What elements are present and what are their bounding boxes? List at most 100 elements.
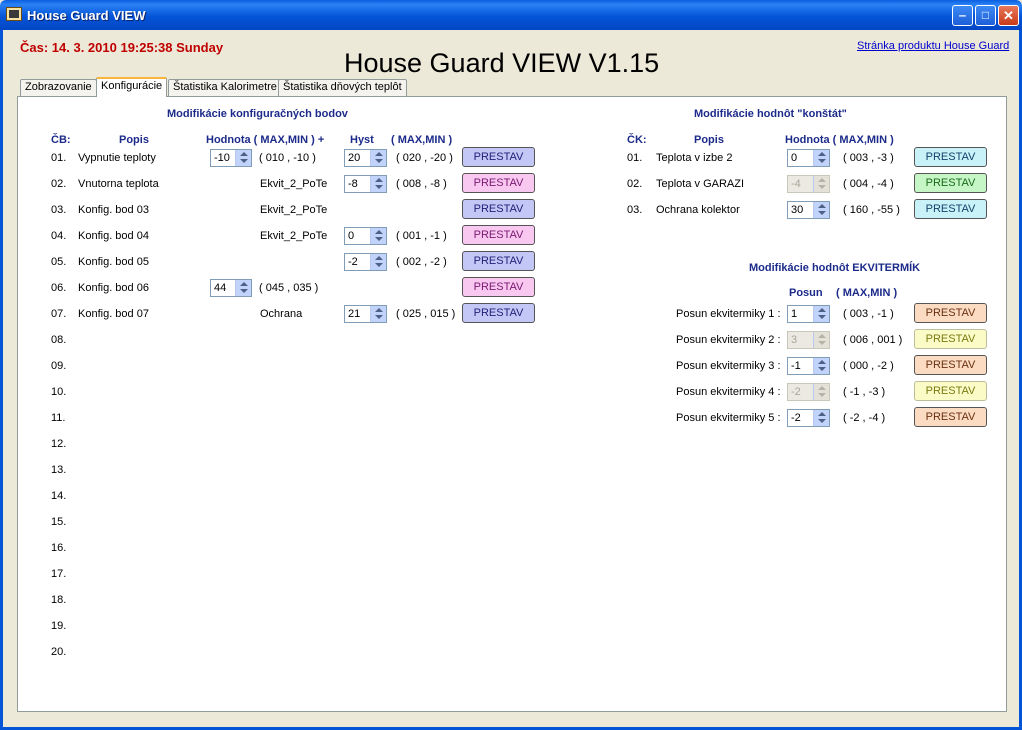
konst-description: Teplota v izbe 2 bbox=[656, 152, 733, 164]
value-range: ( 045 , 035 ) bbox=[259, 282, 319, 294]
spinner-arrows[interactable] bbox=[235, 150, 251, 166]
prestav-button[interactable]: PRESTAV bbox=[462, 303, 535, 323]
spin-up-icon bbox=[818, 178, 826, 182]
ekvi-spinner[interactable]: -1 bbox=[787, 357, 830, 375]
spinner-arrows[interactable] bbox=[813, 358, 829, 374]
spinner-arrows[interactable] bbox=[813, 202, 829, 218]
prestav-button[interactable]: PRESTAV bbox=[914, 147, 987, 167]
prestav-button[interactable]: PRESTAV bbox=[462, 199, 535, 219]
spinner-value: 0 bbox=[348, 230, 355, 242]
ekvi-label: Posun ekvitermiky 5 : bbox=[676, 412, 781, 424]
col-konst-popis: Popis bbox=[694, 134, 724, 146]
ekvi-spinner[interactable]: -2 bbox=[787, 409, 830, 427]
prestav-button[interactable]: PRESTAV bbox=[462, 147, 535, 167]
tab-statistika-dnovych-teplot[interactable]: Štatistika dňových teplôt bbox=[278, 79, 407, 96]
spin-down-icon bbox=[818, 341, 826, 345]
spinner-value: -1 bbox=[791, 360, 801, 372]
hyst-spinner[interactable]: 0 bbox=[344, 227, 387, 245]
minimize-button[interactable]: ‒ bbox=[952, 5, 973, 26]
row-number: 01. bbox=[51, 152, 67, 164]
tab-statistika-kalorimetre[interactable]: Štatistika Kalorimetre bbox=[168, 79, 282, 96]
konst-row-number: 03. bbox=[627, 204, 643, 216]
spin-up-icon bbox=[818, 308, 826, 312]
spinner-arrows[interactable] bbox=[370, 150, 386, 166]
prestav-button[interactable]: PRESTAV bbox=[462, 251, 535, 271]
spin-down-icon bbox=[818, 159, 826, 163]
konst-value-spinner[interactable]: 0 bbox=[787, 149, 830, 167]
konst-range: ( 160 , -55 ) bbox=[843, 204, 900, 216]
row-number: 04. bbox=[51, 230, 67, 242]
prestav-button[interactable]: PRESTAV bbox=[462, 173, 535, 193]
spin-down-icon bbox=[240, 159, 248, 163]
spinner-arrows[interactable] bbox=[813, 306, 829, 322]
spin-up-icon bbox=[818, 360, 826, 364]
spin-down-icon bbox=[375, 315, 383, 319]
ekvi-label: Posun ekvitermiky 1 : bbox=[676, 308, 781, 320]
col-maxmin: ( MAX,MIN ) bbox=[391, 134, 453, 146]
row-number: 05. bbox=[51, 256, 67, 268]
spinner-arrows[interactable] bbox=[813, 410, 829, 426]
konst-range: ( 003 , -3 ) bbox=[843, 152, 894, 164]
spin-up-icon bbox=[375, 308, 383, 312]
spin-up-icon bbox=[818, 204, 826, 208]
row-number: 12. bbox=[51, 438, 67, 450]
spinner-arrows[interactable] bbox=[370, 176, 386, 192]
row-number: 19. bbox=[51, 620, 67, 632]
value-spinner[interactable]: -10 bbox=[210, 149, 252, 167]
col-posun: Posun bbox=[789, 287, 823, 299]
prestav-button[interactable]: PRESTAV bbox=[914, 381, 987, 401]
title-bar[interactable]: House Guard VIEW ‒ □ ✕ bbox=[0, 0, 1022, 30]
konst-row-number: 01. bbox=[627, 152, 643, 164]
spin-up-icon bbox=[375, 230, 383, 234]
row-number: 02. bbox=[51, 178, 67, 190]
prestav-button[interactable]: PRESTAV bbox=[914, 173, 987, 193]
row-description: Konfig. bod 07 bbox=[78, 308, 149, 320]
prestav-button[interactable]: PRESTAV bbox=[462, 277, 535, 297]
row-number: 20. bbox=[51, 646, 67, 658]
ekvi-spinner[interactable]: 1 bbox=[787, 305, 830, 323]
prestav-button[interactable]: PRESTAV bbox=[914, 199, 987, 219]
tab-zobrazovanie[interactable]: Zobrazovanie bbox=[20, 79, 97, 96]
row-description: Konfig. bod 04 bbox=[78, 230, 149, 242]
spinner-value: -8 bbox=[348, 178, 358, 190]
spinner-value: 21 bbox=[348, 308, 361, 320]
spin-up-icon bbox=[818, 334, 826, 338]
value-spinner[interactable]: 44 bbox=[210, 279, 252, 297]
spin-down-icon bbox=[375, 263, 383, 267]
product-page-link[interactable]: Stránka produktu House Guard bbox=[857, 40, 1009, 52]
prestav-button[interactable]: PRESTAV bbox=[914, 355, 987, 375]
prestav-button[interactable]: PRESTAV bbox=[462, 225, 535, 245]
hyst-range: ( 020 , -20 ) bbox=[396, 152, 453, 164]
spin-up-icon bbox=[240, 282, 248, 286]
spinner-arrows[interactable] bbox=[370, 306, 386, 322]
spin-down-icon bbox=[375, 237, 383, 241]
hyst-spinner[interactable]: 21 bbox=[344, 305, 387, 323]
prestav-button[interactable]: PRESTAV bbox=[914, 329, 987, 349]
ekvi-range: ( 003 , -1 ) bbox=[843, 308, 894, 320]
tab-konfiguracie[interactable]: Konfigurácie bbox=[96, 77, 168, 97]
row-number: 10. bbox=[51, 386, 67, 398]
window-frame-left bbox=[0, 30, 3, 730]
prestav-button[interactable]: PRESTAV bbox=[914, 407, 987, 427]
spinner-arrows bbox=[813, 332, 829, 348]
hyst-spinner[interactable]: -2 bbox=[344, 253, 387, 271]
spin-down-icon bbox=[818, 211, 826, 215]
maximize-button[interactable]: □ bbox=[975, 5, 996, 26]
prestav-button[interactable]: PRESTAV bbox=[914, 303, 987, 323]
spinner-value: -2 bbox=[791, 386, 801, 398]
ekvi-range: ( 006 , 001 ) bbox=[843, 334, 903, 346]
spinner-arrows[interactable] bbox=[370, 254, 386, 270]
row-number: 15. bbox=[51, 516, 67, 528]
spin-up-icon bbox=[818, 412, 826, 416]
close-icon: ✕ bbox=[1003, 8, 1014, 23]
hyst-spinner[interactable]: -8 bbox=[344, 175, 387, 193]
spinner-arrows[interactable] bbox=[813, 150, 829, 166]
row-description: Vypnutie teploty bbox=[78, 152, 156, 164]
konst-value-spinner[interactable]: 30 bbox=[787, 201, 830, 219]
hyst-spinner[interactable]: 20 bbox=[344, 149, 387, 167]
close-button[interactable]: ✕ bbox=[998, 5, 1019, 26]
spinner-arrows[interactable] bbox=[370, 228, 386, 244]
spinner-arrows bbox=[813, 384, 829, 400]
spinner-arrows[interactable] bbox=[235, 280, 251, 296]
spin-down-icon bbox=[375, 185, 383, 189]
